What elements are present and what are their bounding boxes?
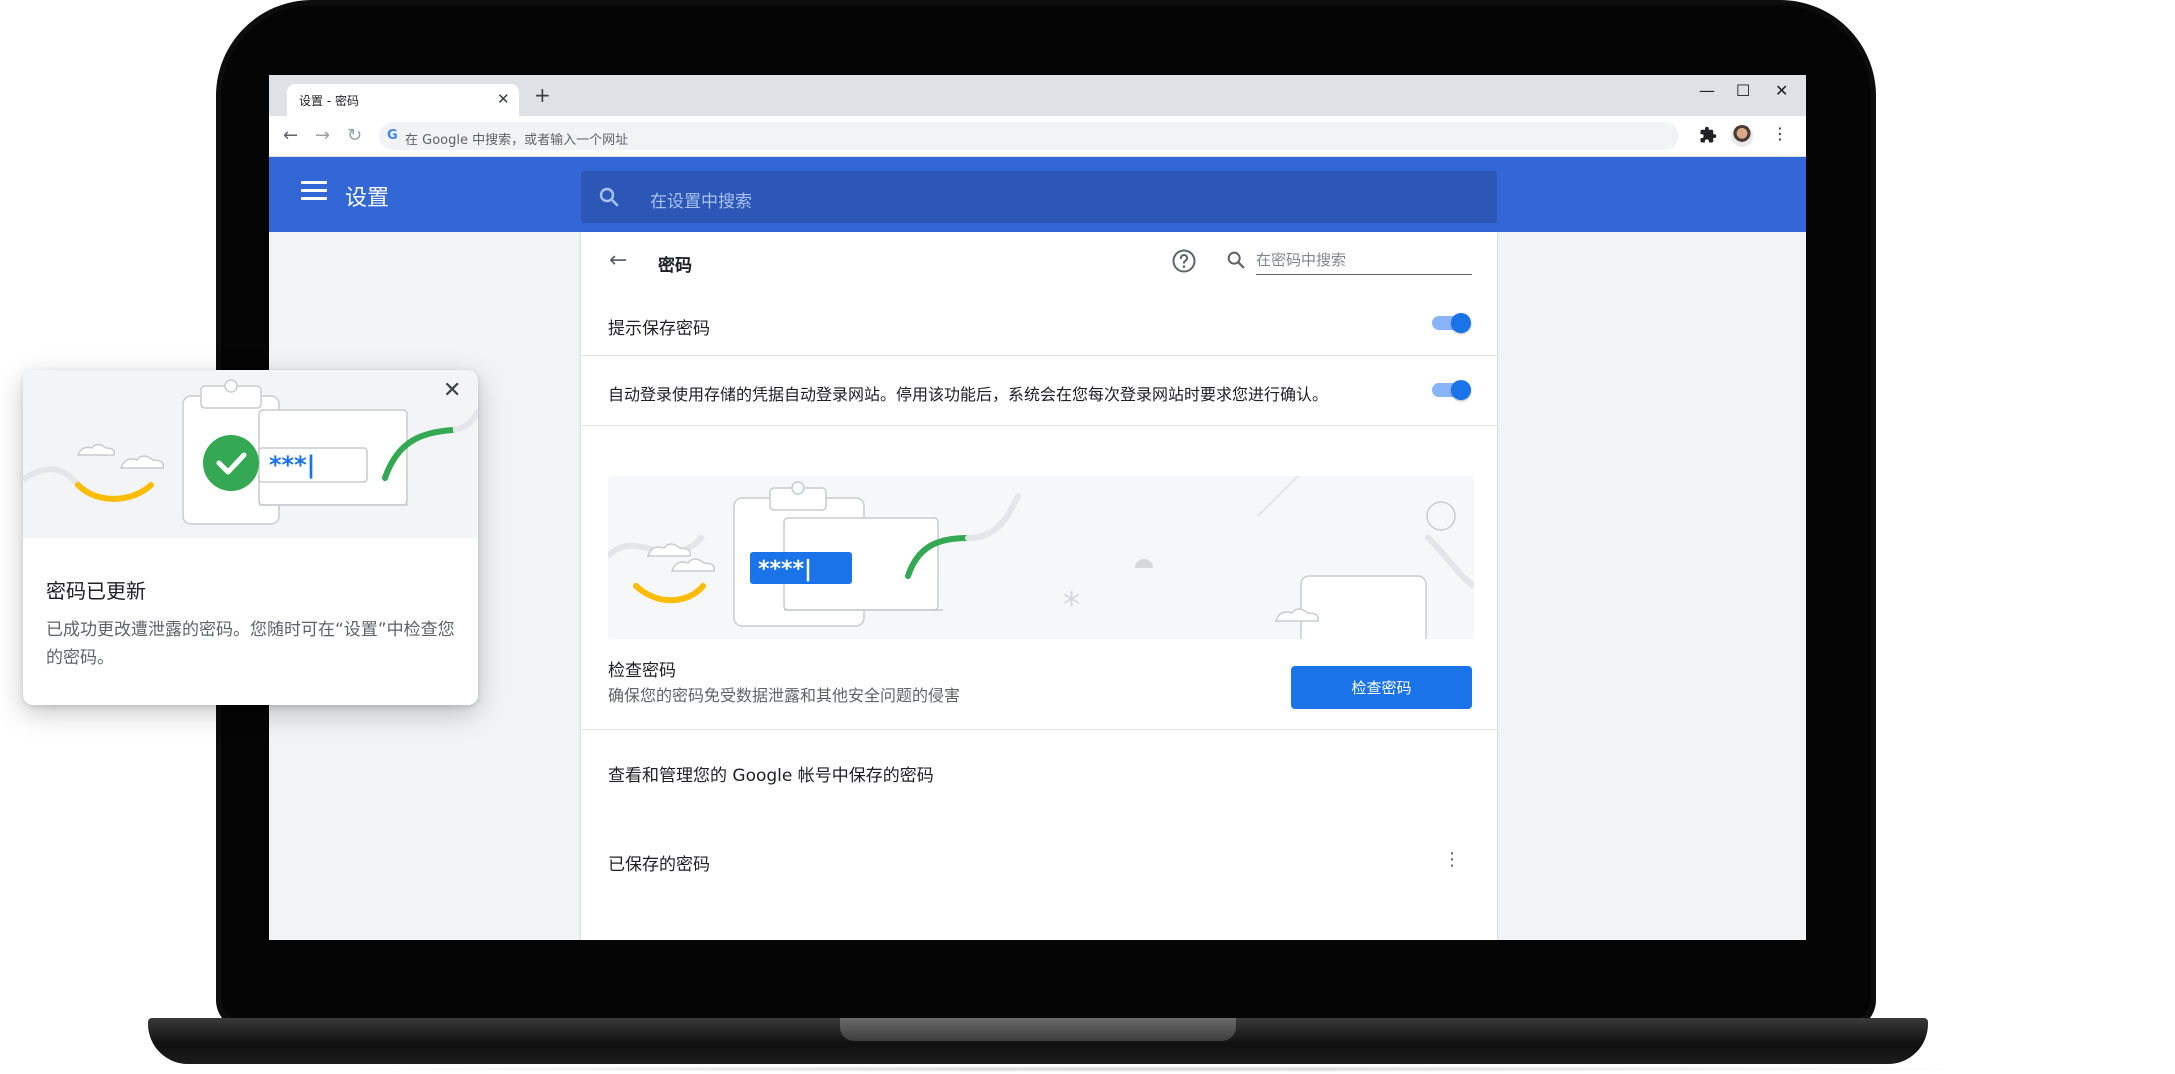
- tab-title: 设置 - 密码: [299, 94, 359, 108]
- offer-to-save-label: 提示保存密码: [608, 319, 710, 339]
- new-tab-button[interactable]: +: [534, 83, 551, 107]
- search-icon: [599, 187, 619, 207]
- check-passwords-button[interactable]: 检查密码: [1291, 666, 1472, 709]
- omnibox-placeholder: 在 Google 中搜索，或者输入一个网址: [405, 133, 629, 148]
- check-passwords-title: 检查密码: [608, 661, 676, 681]
- illustration-password-text: ****|: [758, 557, 812, 582]
- svg-text:*: *: [1063, 585, 1080, 625]
- check-passwords-description: 确保您的密码免受数据泄露和其他安全问题的侵害: [608, 686, 961, 705]
- notification-graphic: ***|: [23, 379, 478, 525]
- reload-button[interactable]: ↻: [347, 125, 362, 146]
- notification-password-text: ***|: [269, 451, 315, 479]
- omnibox[interactable]: G 在 Google 中搜索，或者输入一个网址: [379, 122, 1679, 150]
- auto-signin-label: 自动登录使用存储的凭据自动登录网站。停用该功能后，系统会在您每次登录网站时要求您…: [608, 385, 1329, 404]
- saved-passwords-title: 已保存的密码: [608, 855, 710, 875]
- hamburger-menu-icon[interactable]: [301, 181, 327, 201]
- minimize-button[interactable]: —: [1699, 81, 1715, 100]
- forward-button[interactable]: →: [315, 125, 330, 146]
- help-icon[interactable]: [1171, 248, 1197, 274]
- laptop-notch: [840, 1018, 1236, 1041]
- google-account-passwords-link[interactable]: 查看和管理您的 Google 帐号中保存的密码: [608, 761, 934, 786]
- settings-title: 设置: [345, 186, 390, 211]
- close-icon[interactable]: ✕: [443, 378, 461, 403]
- divider: [581, 729, 1497, 730]
- settings-search-placeholder: 在设置中搜索: [650, 192, 752, 212]
- page-title: 密码: [658, 256, 692, 276]
- close-window-button[interactable]: ✕: [1775, 81, 1788, 100]
- laptop-screen: 设置 - 密码 ✕ + — ☐ ✕ ← → ↻ G 在 Google 中搜索，或…: [269, 75, 1806, 940]
- password-search-placeholder: 在密码中搜索: [1256, 251, 1347, 269]
- back-arrow-icon[interactable]: ←: [609, 248, 627, 273]
- auto-signin-toggle[interactable]: [1432, 378, 1472, 402]
- settings-header: 设置 在设置中搜索: [269, 157, 1806, 232]
- notification-title: 密码已更新: [46, 579, 146, 603]
- tab-settings-passwords[interactable]: 设置 - 密码 ✕: [287, 84, 519, 116]
- browser-menu-icon[interactable]: ⋮: [1772, 124, 1788, 143]
- laptop-shadow: [300, 1066, 2000, 1072]
- google-icon: G: [387, 128, 398, 143]
- puzzle-icon[interactable]: [1699, 126, 1717, 144]
- tab-strip: 设置 - 密码 ✕ + — ☐ ✕: [269, 75, 1806, 116]
- maximize-button[interactable]: ☐: [1736, 81, 1750, 100]
- browser-toolbar: ← → ↻ G 在 Google 中搜索，或者输入一个网址 ⋮: [269, 116, 1806, 157]
- back-button[interactable]: ←: [283, 125, 298, 146]
- settings-search-input[interactable]: 在设置中搜索: [581, 171, 1497, 223]
- notification-body: 已成功更改遭泄露的密码。您随时可在“设置”中检查您的密码。: [46, 620, 455, 668]
- illustration-graphic: ****| *: [608, 476, 1474, 639]
- passwords-card: ← 密码 在密码中搜索 提示保存密码 自动登录使用存储的凭据自动登录网站。停用该…: [581, 232, 1497, 940]
- password-search-icon: [1227, 251, 1245, 269]
- profile-avatar[interactable]: [1731, 125, 1753, 147]
- tab-close-icon[interactable]: ✕: [497, 90, 510, 108]
- more-vert-icon[interactable]: ⋮: [1443, 849, 1461, 870]
- notification-illustration: ***|: [23, 370, 478, 538]
- password-search-input[interactable]: 在密码中搜索: [1256, 244, 1472, 275]
- password-updated-notification: ***| ✕ 密码已更新 已成功更改遭泄露的密码。您随时可在“设置”中检查您的密…: [23, 370, 478, 705]
- divider: [581, 355, 1497, 356]
- divider: [581, 425, 1497, 426]
- offer-to-save-toggle[interactable]: [1432, 311, 1472, 335]
- password-check-illustration: ****| *: [608, 476, 1474, 639]
